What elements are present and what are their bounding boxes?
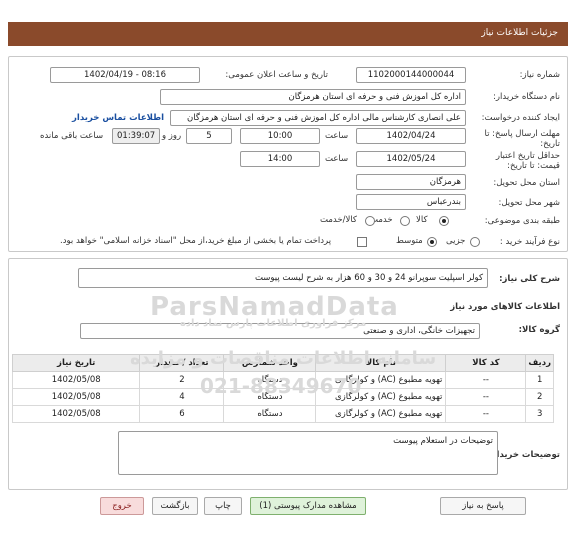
city-label: شهر محل تحویل: [498, 198, 560, 208]
goods-info-title: اطلاعات کالاهای مورد نیاز [450, 302, 560, 312]
table-row[interactable]: 3 -- تهویه مطبوع (AC) و کولرگازی دستگاه … [11, 405, 554, 423]
validity-time-label: ساعت [325, 154, 349, 164]
row-unit: دستگاه [223, 388, 317, 406]
need-number-field[interactable]: 1102000144000044 [356, 67, 466, 83]
col-row-header: ردیف [525, 354, 554, 372]
price-validity-label: حداقل تاریخ اعتبار قیمت: تا تاریخ: [495, 151, 560, 171]
buyer-org-field[interactable]: اداره کل اموزش فنی و حرفه ای استان هرمزگ… [160, 89, 466, 105]
treasury-payment-note: پرداخت تمام یا بخشی از مبلغ خرید،از محل … [60, 236, 332, 246]
col-date-header: تاریخ نیاز [11, 354, 141, 372]
table-row[interactable]: 2 -- تهویه مطبوع (AC) و کولرگازی دستگاه … [11, 388, 554, 406]
row-index: 3 [525, 405, 554, 423]
creator-label: ایجاد کننده درخواست: [481, 113, 560, 123]
row-code: -- [445, 388, 527, 406]
buyer-notes-label: توضیحات خریدار: [488, 450, 560, 460]
row-qty: 4 [139, 388, 225, 406]
process-medium-label: متوسط [396, 236, 423, 246]
reply-button[interactable]: پاسخ به نیاز [440, 497, 526, 515]
print-button[interactable]: چاپ [204, 497, 242, 515]
validity-date-field[interactable]: 1402/05/24 [356, 151, 466, 167]
category-both-label: کالا/خدمت [320, 215, 357, 225]
row-unit: دستگاه [223, 371, 317, 389]
province-label: استان محل تحویل: [493, 178, 560, 188]
process-minor-radio[interactable] [470, 237, 480, 247]
view-attachments-button[interactable]: مشاهده مدارک پیوستی (1) [250, 497, 366, 515]
announce-date-field[interactable]: 1402/04/19 - 08:16 [50, 67, 200, 83]
exit-button[interactable]: خروج [100, 497, 144, 515]
page-title-bar: جزئیات اطلاعات نیاز [8, 22, 568, 46]
row-code: -- [445, 405, 527, 423]
creator-field[interactable]: علی انصاری کارشناس مالی اداره کل اموزش ف… [170, 110, 466, 126]
need-number-label: شماره نیاز: [519, 70, 560, 80]
row-qty: 2 [139, 371, 225, 389]
category-both-radio[interactable] [365, 216, 375, 226]
category-goods-label: کالا [416, 215, 428, 225]
row-name: تهویه مطبوع (AC) و کولرگازی [315, 405, 447, 423]
goods-group-field[interactable]: تجهیزات خانگی، اداری و صنعتی [80, 323, 480, 339]
city-field[interactable]: بندرعباس [356, 194, 466, 210]
row-date: 1402/05/08 [11, 405, 141, 423]
page-title: جزئیات اطلاعات نیاز [481, 28, 558, 38]
deadline-time-label: ساعت [325, 131, 349, 141]
row-code: -- [445, 371, 527, 389]
goods-table: ردیف کد کالا نام کالا واحد شمارش تعداد /… [11, 354, 554, 423]
row-index: 2 [525, 388, 554, 406]
buyer-contact-link[interactable]: اطلاعات تماس خریدار [72, 113, 164, 123]
col-qty-header: تعداد / مقدار [139, 354, 225, 372]
buyer-org-label: نام دستگاه خریدار: [493, 92, 560, 102]
announce-date-label: تاریخ و ساعت اعلان عمومی: [225, 70, 328, 80]
row-qty: 6 [139, 405, 225, 423]
validity-time-field[interactable]: 14:00 [240, 151, 320, 167]
category-label: طبقه بندی موضوعی: [484, 216, 560, 226]
need-summary-field[interactable]: کولر اسپلیت سوپرانو 24 و 30 و 60 هزار به… [78, 268, 488, 288]
category-goods-radio[interactable] [439, 216, 449, 226]
process-medium-radio[interactable] [427, 237, 437, 247]
back-button[interactable]: بازگشت [152, 497, 198, 515]
remaining-time-label: ساعت باقی مانده [40, 131, 104, 141]
col-code-header: کد کالا [445, 354, 527, 372]
remaining-days-field[interactable]: 5 [186, 128, 232, 144]
row-unit: دستگاه [223, 405, 317, 423]
process-type-label: نوع فرآیند خرید : [499, 237, 560, 247]
deadline-time-field[interactable]: 10:00 [240, 128, 320, 144]
process-minor-label: جزیی [446, 236, 466, 246]
goods-table-header: ردیف کد کالا نام کالا واحد شمارش تعداد /… [11, 354, 554, 372]
row-name: تهویه مطبوع (AC) و کولرگازی [315, 371, 447, 389]
buyer-notes-field[interactable]: توضیحات در استعلام پیوست [118, 431, 498, 475]
category-service-radio[interactable] [400, 216, 410, 226]
deadline-label: مهلت ارسال پاسخ: تا تاریخ: [484, 129, 560, 149]
col-name-header: نام کالا [315, 354, 447, 372]
col-unit-header: واحد شمارش [223, 354, 317, 372]
row-date: 1402/05/08 [11, 371, 141, 389]
deadline-date-field[interactable]: 1402/04/24 [356, 128, 466, 144]
days-label: روز و [162, 131, 182, 141]
table-row[interactable]: 1 -- تهویه مطبوع (AC) و کولرگازی دستگاه … [11, 371, 554, 389]
province-field[interactable]: هرمزگان [356, 174, 466, 190]
treasury-payment-checkbox[interactable] [357, 237, 367, 247]
row-index: 1 [525, 371, 554, 389]
remaining-time-field[interactable]: 01:39:07 [112, 128, 160, 144]
row-date: 1402/05/08 [11, 388, 141, 406]
row-name: تهویه مطبوع (AC) و کولرگازی [315, 388, 447, 406]
goods-group-label: گروه کالا: [518, 325, 560, 335]
need-summary-label: شرح کلی نیاز: [499, 274, 560, 284]
